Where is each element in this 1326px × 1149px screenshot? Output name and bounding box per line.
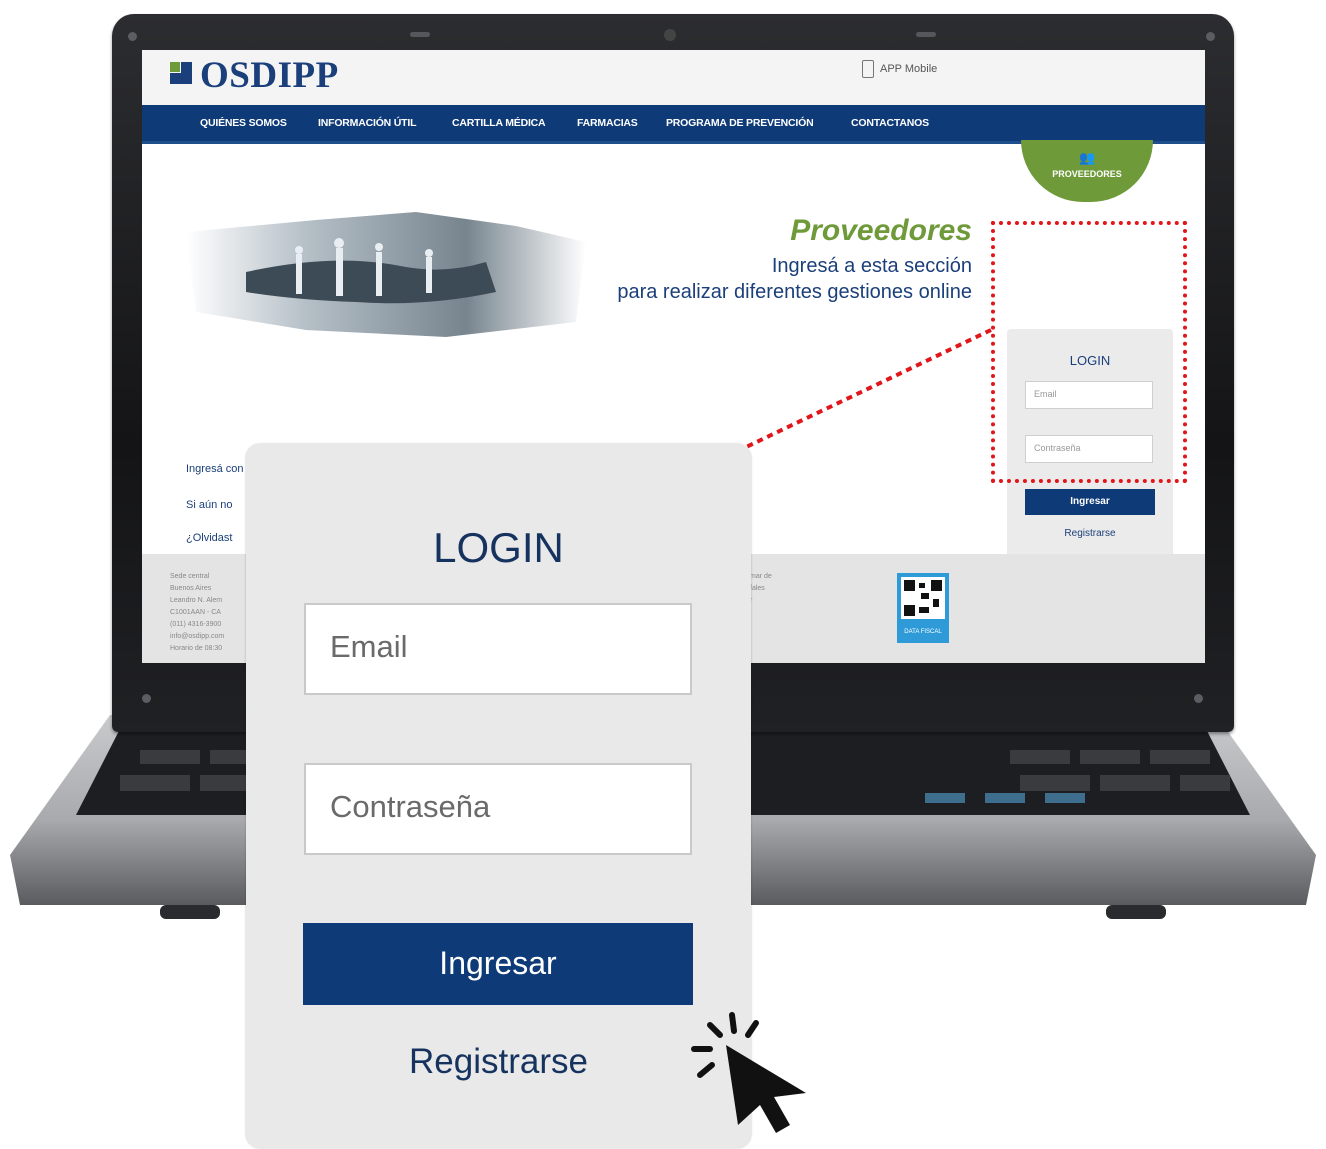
hero-subtitle-line2: para realizar diferentes gestiones onlin… [617, 281, 972, 303]
register-link-small[interactable]: Registrarse [1007, 528, 1173, 539]
people-icon: 👥 [1079, 150, 1095, 165]
hero-title: Proveedores [790, 214, 972, 247]
footer-line: Sede central [170, 573, 210, 580]
email-field[interactable]: Email [304, 603, 692, 695]
qr-code-label: DATA FISCAL [904, 629, 942, 635]
nav-item-farmacias[interactable]: FARMACIAS [577, 117, 638, 129]
site-header: OSDIPP APP Mobile [142, 50, 1205, 105]
footer-mid-line: mar de [750, 573, 772, 580]
lid-screw [1206, 32, 1215, 41]
logo-mark-icon [170, 62, 192, 84]
footer-line: C1001AAN - CA [170, 609, 221, 616]
site-logo[interactable]: OSDIPP [200, 54, 339, 97]
footer-line: Horario de 08:30 [170, 645, 223, 652]
qr-code-icon [901, 577, 945, 619]
hero-subtitle-line1: Ingresá a esta sección [771, 255, 972, 277]
lid-screw [128, 32, 137, 41]
nav-item-programa-prevencion[interactable]: PROGRAMA DE PREVENCIÓN [666, 117, 814, 129]
app-mobile-link[interactable]: APP Mobile [862, 60, 937, 78]
proveedores-badge-label: PROVEEDORES [1052, 169, 1122, 179]
phone-icon [862, 60, 874, 78]
click-cursor-icon [691, 1012, 806, 1133]
nav-item-informacion-util[interactable]: INFORMACIÓN ÚTIL [318, 117, 416, 129]
nav-item-contactanos[interactable]: CONTACTANOS [851, 117, 929, 129]
handshake-image [186, 212, 586, 337]
ingresar-button-small[interactable]: Ingresar [1025, 489, 1155, 515]
footer-email-link[interactable]: info@osdipp.com [170, 633, 224, 640]
webcam [664, 29, 676, 41]
info-text-forgot[interactable]: ¿Olvidast [186, 532, 232, 544]
footer-line: Leandro N. Alem [170, 597, 223, 604]
lid-screw [1194, 694, 1203, 703]
login-title: LOGIN [433, 524, 564, 571]
nav-item-cartilla-medica[interactable]: CARTILLA MÉDICA [452, 117, 546, 129]
register-link[interactable]: Registrarse [246, 1042, 751, 1082]
footer-mid-line: fales [750, 585, 765, 592]
main-nav: QUIÉNES SOMOS INFORMACIÓN ÚTIL CARTILLA … [142, 105, 1205, 144]
nav-item-quienes-somos[interactable]: QUIÉNES SOMOS [200, 117, 287, 129]
data-fiscal-qr-icon[interactable]: DATA FISCAL [897, 573, 949, 643]
lid-light [410, 32, 430, 37]
ingresar-button[interactable]: Ingresar [303, 923, 693, 1005]
login-highlight-box [991, 221, 1187, 483]
proveedores-badge[interactable]: 👥 PROVEEDORES [1021, 140, 1153, 202]
footer-line: Buenos Aires [170, 585, 212, 592]
info-text-register: Si aún no [186, 499, 233, 511]
lid-screw [142, 694, 151, 703]
lid-light [916, 32, 936, 37]
app-mobile-label: APP Mobile [880, 63, 938, 75]
password-field[interactable]: Contraseña [304, 763, 692, 855]
login-zoom-panel: LOGIN Email Contraseña Ingresar Registra… [246, 444, 751, 1148]
footer-line: (011) 4316-3900 [170, 621, 222, 628]
